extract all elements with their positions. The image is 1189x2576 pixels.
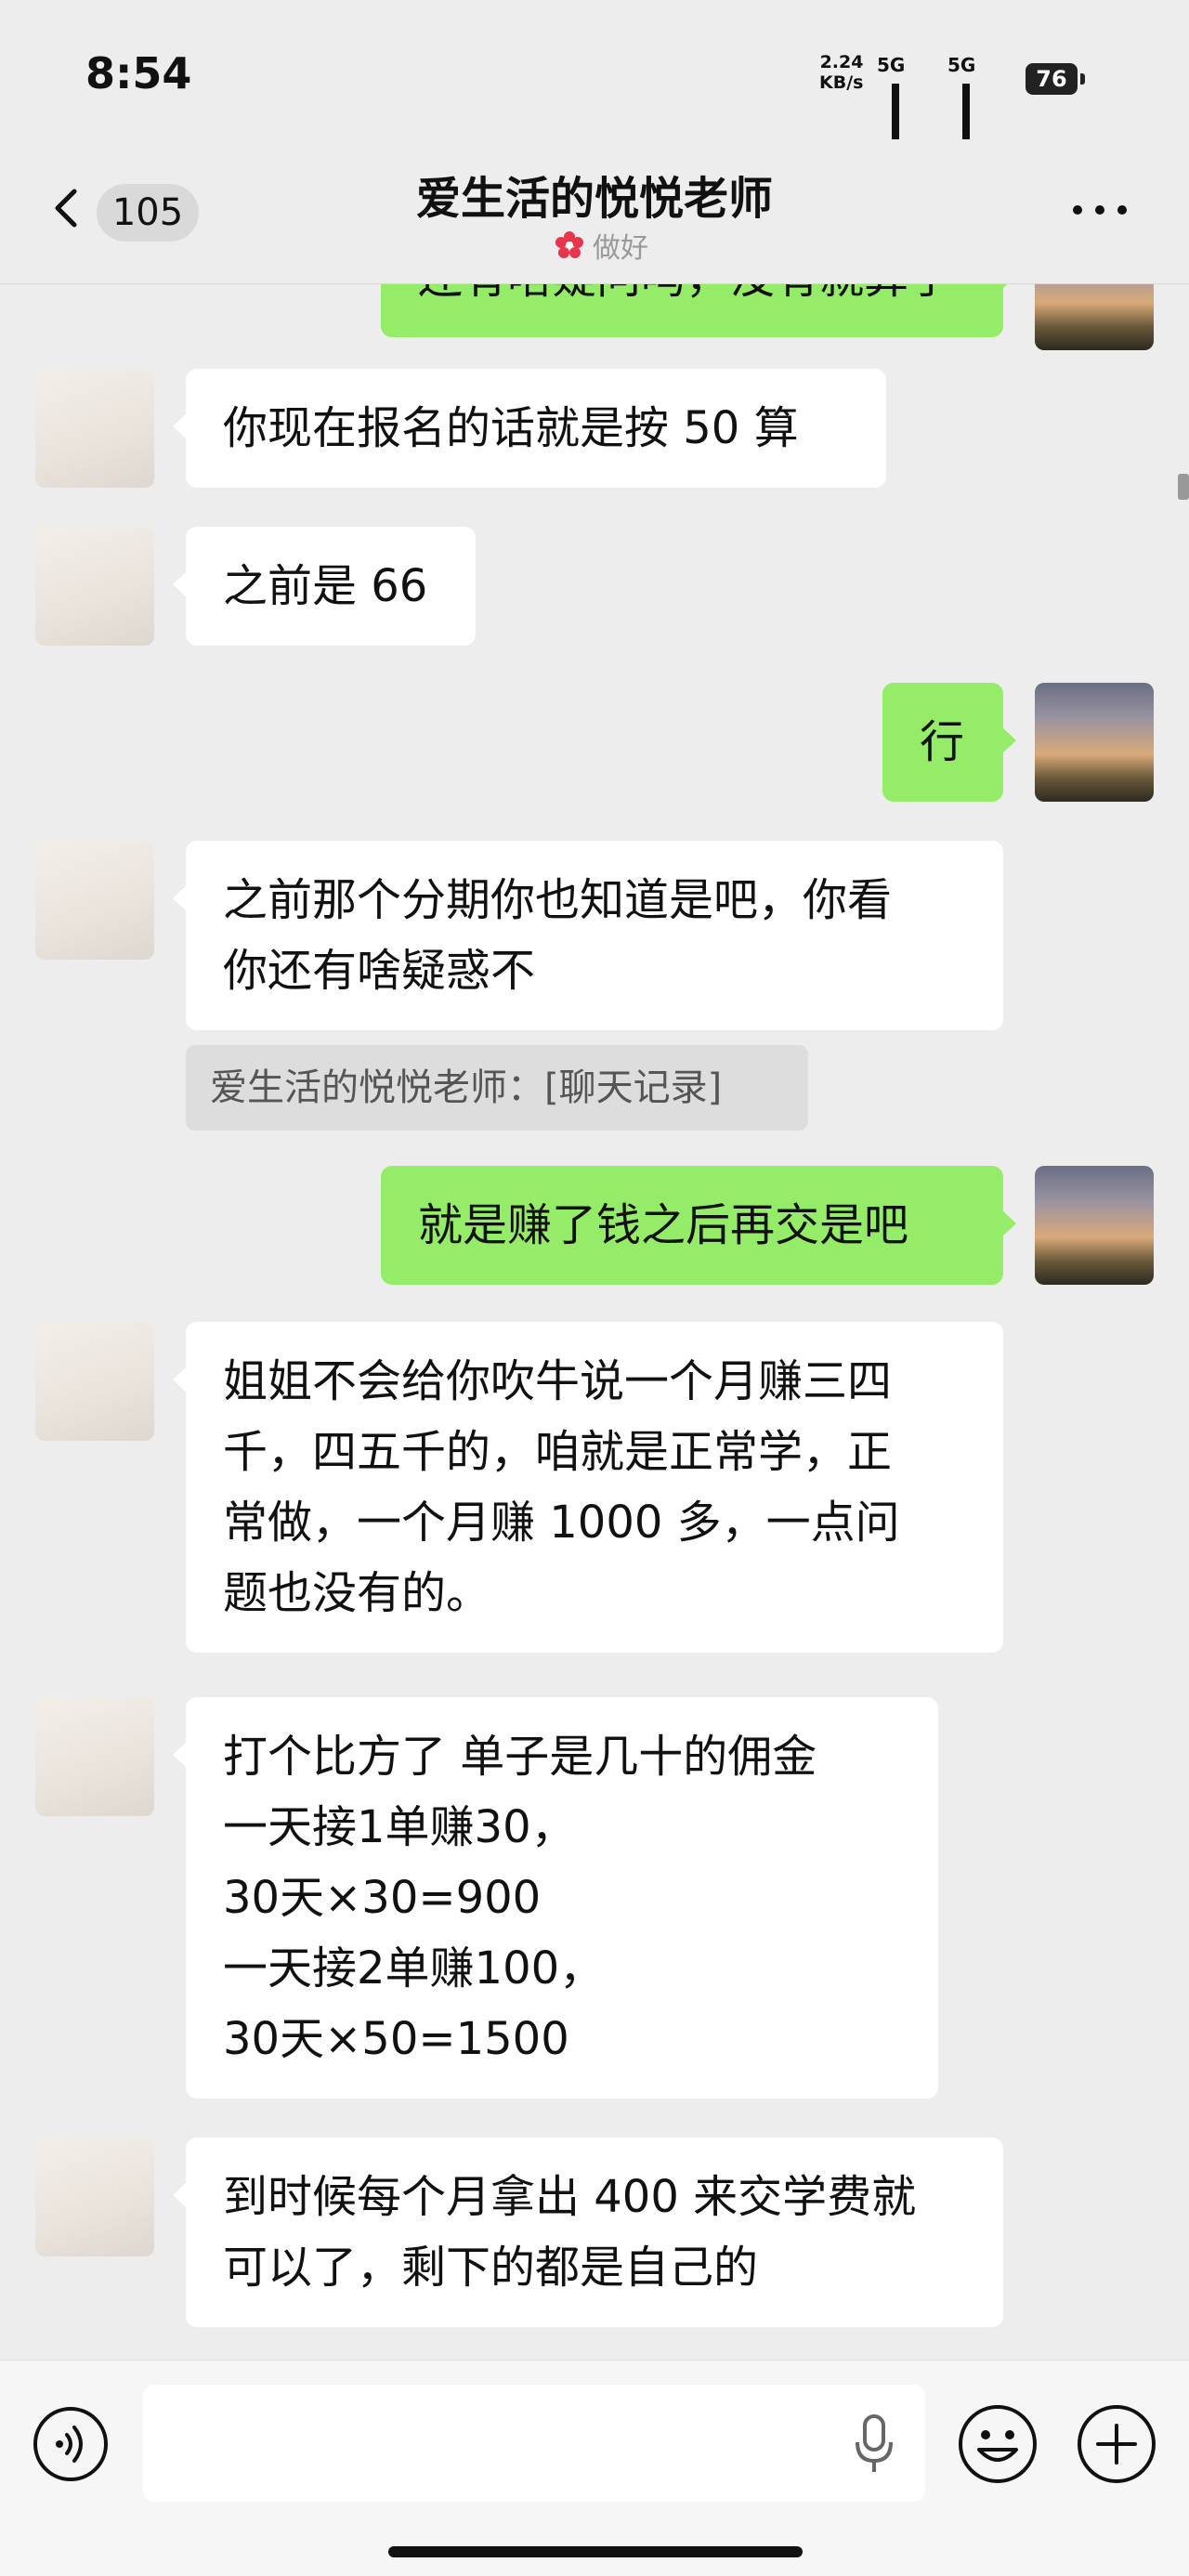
chat-header: 105 爱生活的悦悦老师 做好 — [0, 139, 1189, 284]
contact-avatar[interactable] — [35, 1697, 154, 1816]
status-time: 8:54 — [85, 48, 192, 98]
contact-avatar[interactable] — [35, 369, 154, 488]
message-bubble-incoming[interactable]: 之前那个分期你也知道是吧，你看 你还有啥疑惑不 — [173, 841, 1003, 1030]
net-speed: 2.24 KB/s — [819, 52, 863, 93]
chat-subtitle: 做好 — [554, 225, 648, 266]
subtitle-text: 做好 — [593, 232, 648, 265]
message-bubble-incoming[interactable]: 你现在报名的话就是按 50 算 — [173, 369, 886, 488]
flower-icon — [555, 231, 583, 258]
message-bubble-outgoing[interactable]: 还有啥疑问吗，没有就算了 — [381, 283, 1016, 337]
battery-icon: 76 — [1026, 63, 1085, 95]
net-speed-unit: KB/s — [819, 72, 864, 93]
message-bubble-outgoing[interactable]: 行 — [882, 683, 1016, 802]
mic-icon[interactable] — [851, 2413, 897, 2478]
message-bubble-incoming[interactable]: 打个比方了 单子是几十的佣金 一天接1单赚30， 30天×30=900 一天接2… — [173, 1697, 938, 2099]
message-bubble-incoming[interactable]: 之前是 66 — [173, 527, 476, 646]
chat-title[interactable]: 爱生活的悦悦老师 — [0, 162, 1189, 227]
contact-avatar[interactable] — [35, 841, 154, 960]
message-list[interactable]: 还有啥疑问吗，没有就算了 你现在报名的话就是按 50 算 之前是 66 行 之前… — [0, 283, 1189, 2360]
contact-avatar[interactable] — [35, 1322, 154, 1441]
scrollbar[interactable] — [1178, 474, 1189, 500]
quoted-message[interactable]: 爱生活的悦悦老师：[聊天记录] — [186, 1045, 808, 1131]
message-input[interactable] — [143, 2385, 925, 2502]
home-indicator[interactable] — [388, 2546, 803, 2557]
my-avatar[interactable] — [1035, 1166, 1154, 1285]
status-bar: 8:54 2.24 KB/s 5G 5G 76 — [0, 0, 1189, 193]
message-bubble-outgoing[interactable]: 就是赚了钱之后再交是吧 — [381, 1166, 1016, 1285]
contact-avatar[interactable] — [35, 2138, 154, 2256]
message-bubble-incoming[interactable]: 姐姐不会给你吹牛说一个月赚三四 千，四五千的，咱就是正常学，正 常做，一个月赚 … — [173, 1322, 1003, 1653]
ellipsis-icon[interactable] — [1070, 201, 1130, 219]
plus-icon[interactable] — [1076, 2403, 1157, 2485]
contact-avatar[interactable] — [35, 527, 154, 646]
input-bar — [0, 2360, 1189, 2576]
message-bubble-incoming[interactable]: 到时候每个月拿出 400 来交学费就 可以了，剩下的都是自己的 — [173, 2138, 1003, 2327]
voice-icon[interactable] — [32, 2405, 110, 2483]
my-avatar[interactable] — [1035, 283, 1154, 350]
my-avatar[interactable] — [1035, 683, 1154, 802]
emoji-icon[interactable] — [957, 2403, 1039, 2485]
net-speed-value: 2.24 — [819, 52, 864, 72]
